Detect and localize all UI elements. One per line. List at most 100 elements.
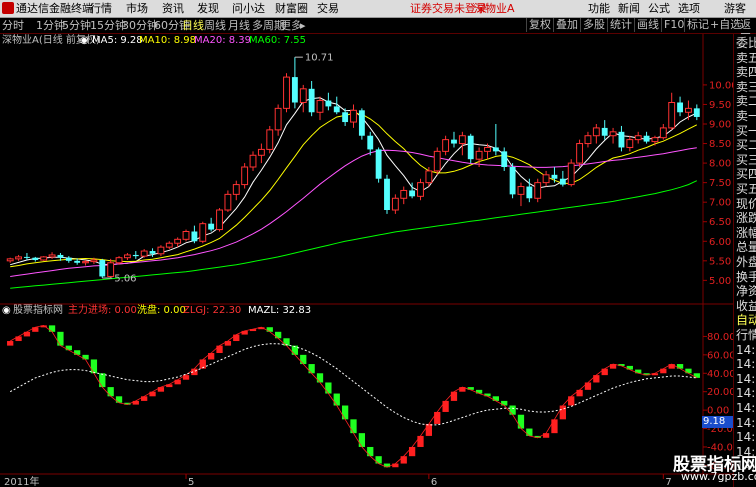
side-panel-item: 现价: [736, 196, 756, 211]
indicator-bar-up: [23, 331, 31, 337]
period-1min[interactable]: 1分钟: [36, 18, 65, 33]
period-fenshi[interactable]: 分时: [2, 18, 24, 33]
indicator-bar-up: [157, 387, 165, 392]
ma10-legend: MA10: 8.98: [139, 35, 197, 46]
tool-fuquan[interactable]: 复权: [526, 18, 551, 32]
candle-body-down: [501, 151, 508, 167]
indicator-bar-up: [559, 405, 566, 420]
indicator-bar-down: [501, 400, 508, 406]
tool-biaoji[interactable]: 标记: [684, 18, 709, 32]
candle-body-down: [32, 257, 39, 261]
menu-zixun[interactable]: 资讯: [162, 0, 184, 17]
side-panel-item: 涨幅: [736, 225, 756, 240]
candle-body-down: [74, 260, 81, 263]
candle-body-up: [48, 254, 56, 258]
period-monthly[interactable]: 月线: [228, 18, 250, 33]
menu-jiaoyi[interactable]: 交易: [317, 0, 339, 17]
menu-gongshi[interactable]: 公式: [648, 0, 670, 17]
menu-gongneng[interactable]: 功能: [588, 0, 610, 17]
date-axis: 2011年 5 6 7: [4, 474, 672, 487]
indicator-bar-up: [15, 336, 22, 342]
date-tick-label: 7: [665, 477, 671, 487]
candle-body-up: [40, 256, 48, 261]
indicator-bar-up: [551, 419, 558, 434]
indicator-bar-up: [668, 364, 675, 369]
side-panel-item: 14:5: [736, 430, 756, 445]
candle-body-up: [266, 129, 274, 150]
indicator-bar-down: [90, 359, 98, 374]
candle-body-down: [409, 190, 416, 197]
period-5min[interactable]: 5分钟: [62, 18, 91, 33]
indicator-bar-down: [509, 405, 516, 415]
indicator-bar-down: [316, 373, 324, 383]
candle-body-up: [257, 148, 265, 156]
period-30min[interactable]: 30分钟: [122, 18, 158, 33]
candle-body-up: [174, 238, 182, 244]
menu-caifuquan[interactable]: 财富圈: [275, 0, 308, 17]
side-panel-item: 14:5: [736, 342, 756, 357]
side-panel-item: 外盘: [736, 255, 756, 269]
indicator-bar-down: [333, 393, 340, 406]
price-grid: [0, 34, 733, 475]
menu-faxian[interactable]: 发现: [197, 0, 219, 17]
period-daily[interactable]: 日线: [182, 18, 204, 33]
price-axis: 5.00 5.50 6.00 6.50 7.00 7.50 8.00 8.50 9.00 9.50…: [703, 80, 733, 287]
menu-xinwen[interactable]: 新闻: [618, 0, 640, 17]
ma5-legend: MA5: 9.28: [92, 35, 143, 46]
tool-duogu[interactable]: 多股: [580, 18, 605, 32]
indicator-bar-down: [492, 396, 499, 401]
period-weekly[interactable]: 周线: [204, 18, 226, 33]
candle-body-down: [643, 135, 650, 142]
candle-body-up: [475, 150, 483, 160]
side-panel-item: 卖一: [736, 109, 756, 123]
candle-body-down: [467, 135, 474, 160]
indicator-bar-down: [676, 364, 684, 369]
current-price-box: 9.18: [702, 416, 733, 428]
period-15min[interactable]: 15分钟: [90, 18, 126, 33]
quote-side-panel[interactable]: 委比 卖五 卖四 卖三 卖二 卖一 买一 买二 买三 买四 买五 现价 涨跌 涨幅 总量 外盘 换手 净资 收益 自动…: [733, 34, 756, 487]
add-watchlist-button[interactable]: +自选: [710, 18, 741, 32]
chart-area[interactable]: 5.00 5.50 6.00 6.50 7.00 7.50 8.00 8.50 9.00 9.50…: [0, 34, 733, 487]
candle-body-up: [123, 254, 131, 259]
menu-shichang[interactable]: 市场: [126, 0, 148, 17]
candle-body-up: [534, 182, 542, 199]
indicator-mazl-line: [9, 343, 697, 426]
indicator-zhuli: 主力进场: 0.00: [68, 305, 137, 316]
more-arrow-icon[interactable]: ▸: [300, 18, 306, 33]
price-annotations: 10.71 5.06: [102, 53, 334, 285]
candle-body-up: [115, 257, 123, 264]
side-panel-item: 卖五: [736, 50, 756, 65]
indicator-bar-down: [115, 396, 123, 403]
candle-body-down: [65, 257, 72, 261]
candle-body-down: [526, 186, 533, 199]
tool-f10[interactable]: F10: [661, 18, 684, 32]
price-tick-label: 9.00: [709, 120, 731, 131]
candle-body-up: [542, 174, 550, 184]
tool-diejia[interactable]: 叠加: [553, 18, 578, 32]
candle-body-up: [6, 258, 14, 262]
tool-tongji[interactable]: 统计: [607, 18, 632, 32]
indicator-bar-down: [274, 331, 282, 339]
menu-wenxiaoda[interactable]: 问小达: [232, 0, 265, 17]
indicator-bar-down: [526, 428, 533, 436]
period-more[interactable]: 更多: [280, 18, 302, 33]
menu-xuanxiang[interactable]: 选项: [678, 0, 700, 17]
guest-user[interactable]: 游客: [724, 0, 746, 17]
indicator-bar-down: [266, 327, 273, 332]
indicator-bar-up: [601, 368, 608, 376]
indicator-bar-down: [685, 368, 692, 374]
indicator-bar-down: [107, 387, 114, 397]
side-panel-item: 卖二: [736, 94, 756, 109]
candle-body-down: [149, 251, 156, 254]
candle-body-up: [517, 186, 525, 195]
low-price-label: 5.06: [114, 274, 136, 285]
candle-body-up: [249, 154, 257, 168]
indicator-zlgj: ZLGJ: 22.30: [183, 305, 242, 316]
candle-body-up: [199, 223, 207, 242]
menu-hangqing[interactable]: 行情: [90, 0, 112, 17]
candle-body-down: [677, 102, 683, 113]
indicator-bar-up: [408, 446, 416, 457]
indicator-bars: [7, 324, 700, 468]
tool-huaxian[interactable]: 画线: [634, 18, 659, 32]
indicator-bar-up: [149, 391, 156, 397]
